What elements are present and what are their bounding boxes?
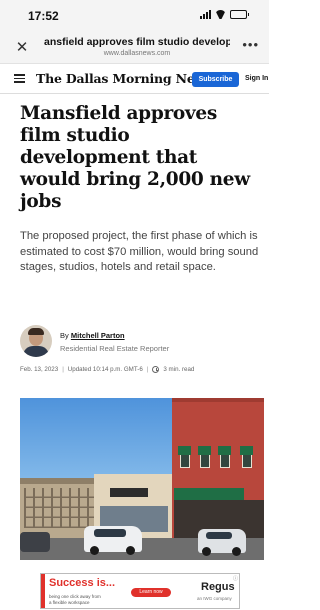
publish-date: Feb. 13, 2023 [20, 366, 59, 373]
more-icon[interactable]: ••• [242, 37, 259, 52]
ad-headline: Success is... [49, 577, 116, 589]
cellular-signal-icon [200, 10, 211, 19]
updated-time: Updated 10:14 p.m. GMT-6 [67, 366, 143, 373]
page-url[interactable]: www.dallasnews.com [44, 50, 230, 57]
ad-subline: being one click away from a flexible work… [49, 594, 101, 605]
wifi-icon [215, 10, 226, 19]
ad-brand-logo: Regus [201, 581, 235, 593]
read-time: 3 min. read [163, 366, 195, 373]
article-headline: Mansfield approves film studio developme… [20, 103, 250, 212]
article-photo[interactable] [20, 398, 264, 560]
clock-icon [152, 366, 160, 373]
browser-bar: ✕ ansfield approves film studio develop … [0, 30, 269, 64]
close-icon[interactable]: ✕ [14, 38, 30, 56]
status-time: 17:52 [28, 9, 59, 23]
author-avatar[interactable] [20, 325, 52, 357]
byline-prefix: By [60, 331, 69, 340]
hamburger-menu-icon[interactable] [14, 74, 25, 83]
status-bar: 17:52 [0, 0, 269, 30]
sign-in-link[interactable]: Sign In [245, 75, 268, 82]
site-header: The Dallas Morning News Subscribe Sign I… [0, 64, 269, 94]
article-meta: Feb. 13, 2023 | Updated 10:14 p.m. GMT-6… [20, 366, 195, 373]
ad-banner[interactable]: Success is... being one click away from a… [40, 573, 240, 609]
page-title: ansfield approves film studio develop [44, 36, 230, 48]
author-role: Residential Real Estate Reporter [60, 344, 170, 353]
byline: By Mitchell Parton [60, 331, 125, 340]
subscribe-button[interactable]: Subscribe [192, 72, 239, 87]
battery-icon [230, 10, 249, 19]
ad-cta-button[interactable]: Learn now [131, 588, 171, 597]
masthead-logo[interactable]: The Dallas Morning News [36, 71, 212, 86]
status-icons [200, 10, 249, 19]
author-name-link[interactable]: Mitchell Parton [71, 331, 125, 340]
ad-brand-tag: an IWG company [197, 596, 232, 601]
article-summary: The proposed project, the first phase of… [20, 230, 259, 273]
ad-info-icon[interactable]: ⓘ [233, 575, 238, 582]
